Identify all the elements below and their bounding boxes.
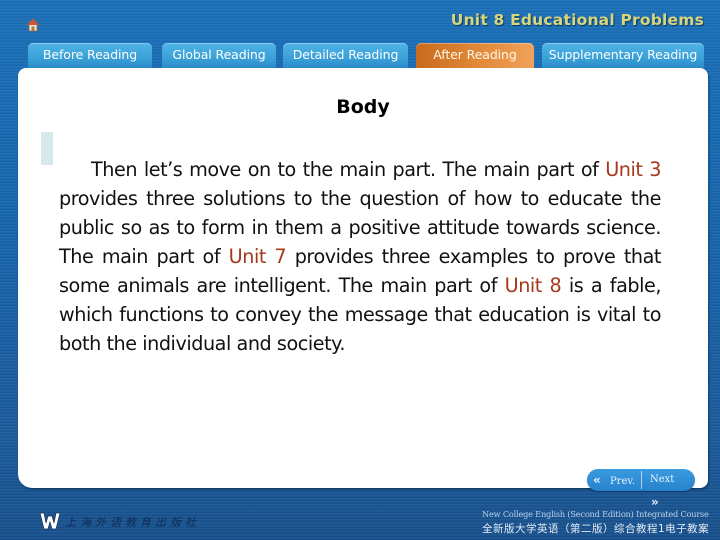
highlight-unit-7: Unit 7: [228, 245, 287, 268]
highlight-unit-3: Unit 3: [605, 158, 662, 181]
prev-next-control: « Prev. Next »: [587, 469, 695, 509]
text-segment: Then let’s move on to the main part. The…: [91, 158, 606, 181]
prev-button[interactable]: « Prev.: [593, 469, 640, 491]
double-chevron-right-icon: »: [651, 495, 659, 509]
next-label: Next: [650, 474, 675, 485]
tab-before-reading[interactable]: Before Reading: [28, 43, 152, 68]
course-title-english: New College English (Second Edition) Int…: [482, 509, 709, 519]
decorative-bar: [41, 132, 53, 165]
next-button[interactable]: Next »: [643, 469, 691, 509]
double-chevron-left-icon: «: [593, 473, 601, 487]
tab-global-reading[interactable]: Global Reading: [162, 43, 276, 68]
body-paragraph: Then let’s move on to the main part. The…: [59, 155, 661, 358]
course-title-chinese: 全新版大学英语（第二版）综合教程1电子教案: [482, 523, 710, 535]
publisher-name: 上海外语教育出版社: [65, 516, 200, 529]
tab-detailed-reading[interactable]: Detailed Reading: [283, 43, 408, 68]
tab-after-reading[interactable]: After Reading: [416, 43, 534, 68]
home-icon[interactable]: [26, 17, 40, 32]
tab-supplementary-reading[interactable]: Supplementary Reading: [542, 43, 704, 68]
nav-divider: [641, 471, 642, 489]
unit-title: Unit 8 Educational Problems: [450, 11, 704, 29]
publisher-logo-icon: [39, 512, 61, 530]
prev-label: Prev.: [609, 476, 636, 487]
content-panel: Body Then let’s move on to the main part…: [18, 68, 708, 488]
highlight-unit-8: Unit 8: [504, 274, 562, 297]
section-heading: Body: [336, 96, 390, 118]
